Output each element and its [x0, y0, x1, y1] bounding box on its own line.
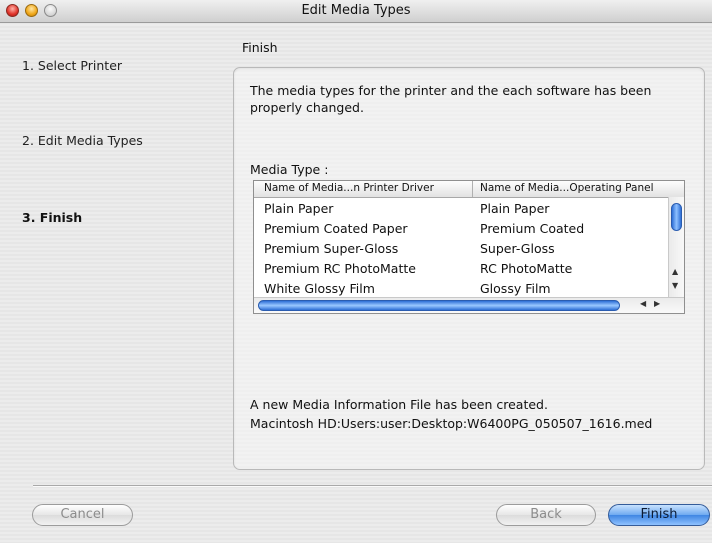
table-header: Name of Media...n Printer Driver Name of…: [254, 181, 684, 198]
completion-message-line1: The media types for the printer and the …: [250, 83, 652, 98]
table-row[interactable]: Plain Paper Plain Paper: [254, 200, 664, 220]
edit-media-types-window: Edit Media Types 1. Select Printer 2. Ed…: [0, 0, 712, 543]
finish-button[interactable]: Finish: [608, 504, 710, 526]
column-header-printer-driver[interactable]: Name of Media...n Printer Driver: [264, 182, 434, 194]
cancel-button[interactable]: Cancel: [32, 504, 133, 526]
table-row[interactable]: Premium Coated Paper Premium Coated: [254, 220, 664, 240]
result-info-line1: A new Media Information File has been cr…: [250, 397, 548, 412]
driver-media-name: White Glossy Film: [264, 281, 375, 296]
table-row[interactable]: Premium RC PhotoMatte RC PhotoMatte: [254, 260, 664, 280]
panel-media-name: Glossy Film: [480, 281, 551, 296]
table-row[interactable]: Premium Super-Gloss Super-Gloss: [254, 240, 664, 260]
footer-divider: [33, 485, 712, 487]
panel-media-name: Premium Coated: [480, 221, 585, 236]
step-edit-media-types: 2. Edit Media Types: [22, 133, 143, 148]
step-select-printer: 1. Select Printer: [22, 58, 123, 73]
driver-media-name: Premium Coated Paper: [264, 221, 408, 236]
column-header-operating-panel[interactable]: Name of Media...Operating Panel: [480, 182, 653, 194]
result-info: A new Media Information File has been cr…: [250, 395, 652, 433]
arrow-up-icon[interactable]: ▲: [672, 267, 678, 276]
column-divider[interactable]: [472, 181, 473, 197]
vertical-scroll-thumb[interactable]: [671, 203, 682, 231]
panel-media-name: Super-Gloss: [480, 241, 555, 256]
driver-media-name: Plain Paper: [264, 201, 334, 216]
completion-message-line2: properly changed.: [250, 100, 364, 115]
arrow-left-icon[interactable]: ◀: [640, 299, 646, 308]
section-title: Finish: [242, 40, 278, 55]
driver-media-name: Premium Super-Gloss: [264, 241, 399, 256]
step-finish: 3. Finish: [22, 210, 83, 225]
window-title: Edit Media Types: [301, 3, 411, 18]
result-file-path: Macintosh HD:Users:user:Desktop:W6400PG_…: [250, 416, 653, 431]
arrow-right-icon[interactable]: ▶: [654, 299, 660, 308]
panel-media-name: Plain Paper: [480, 201, 550, 216]
title-bar: Edit Media Types: [0, 0, 712, 23]
arrow-down-icon[interactable]: ▼: [672, 281, 678, 290]
back-button[interactable]: Back: [496, 504, 596, 526]
horizontal-scroll-thumb[interactable]: [258, 300, 620, 311]
horizontal-scrollbar[interactable]: ◀ ▶: [254, 297, 684, 313]
driver-media-name: Premium RC PhotoMatte: [264, 261, 416, 276]
completion-message: The media types for the printer and the …: [250, 82, 680, 116]
media-type-label: Media Type :: [250, 162, 329, 177]
media-type-table[interactable]: Name of Media...n Printer Driver Name of…: [253, 180, 685, 314]
vertical-scrollbar[interactable]: ▲ ▼: [668, 197, 684, 297]
panel-media-name: RC PhotoMatte: [480, 261, 573, 276]
